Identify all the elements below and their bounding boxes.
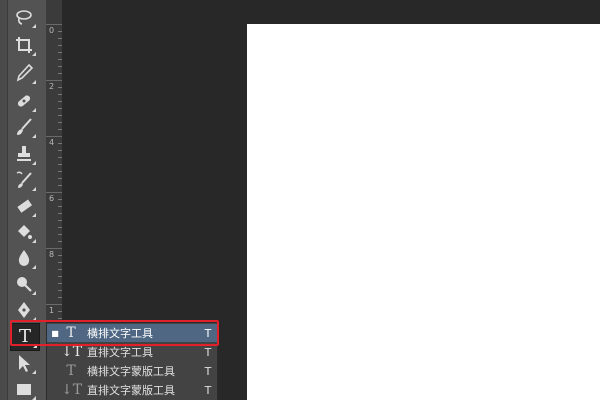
ruler-minor-tick [58, 31, 62, 32]
water-drop-icon [18, 250, 30, 266]
ruler-minor-tick [58, 227, 62, 228]
ruler-minor-tick [58, 234, 62, 235]
ruler-minor-tick [58, 290, 62, 291]
ruler-minor-tick [58, 199, 62, 200]
ruler-minor-tick [58, 185, 62, 186]
ruler-minor-tick [58, 108, 62, 109]
ruler-minor-tick [58, 101, 62, 102]
document-canvas[interactable] [247, 24, 600, 400]
ruler-major-tick [46, 24, 62, 25]
ruler-minor-tick [58, 150, 62, 151]
ruler-minor-tick [58, 164, 62, 165]
blur-tool[interactable] [10, 245, 38, 271]
ruler-minor-tick [58, 94, 62, 95]
menu-item-label: 直排文字蒙版工具 [87, 384, 175, 397]
crop-tool[interactable] [10, 32, 38, 58]
history-brush-icon [16, 171, 32, 188]
ruler-minor-tick [58, 297, 62, 298]
rectangle-icon [17, 384, 31, 395]
crop-icon [16, 37, 32, 53]
ruler-minor-tick [58, 255, 62, 256]
ruler-minor-tick [58, 73, 62, 74]
ruler-minor-tick [58, 52, 62, 53]
ruler-minor-tick [58, 213, 62, 214]
history-brush-tool[interactable] [10, 167, 38, 193]
shortcut-key: T [204, 345, 212, 359]
brush-tool[interactable] [10, 114, 38, 140]
eyedropper-icon [16, 63, 34, 82]
menu-item-vertical-type-mask[interactable]: ↓T 直排文字蒙版工具 T [47, 381, 217, 399]
clone-stamp-tool[interactable] [10, 141, 38, 167]
lasso-tool[interactable] [10, 4, 38, 30]
dodge-icon [17, 277, 32, 292]
healing-brush-tool[interactable] [10, 88, 38, 114]
vertical-type-mask-icon: ↓T [61, 382, 83, 398]
shortcut-key: T [204, 364, 212, 378]
ruler-label: 0 [49, 26, 55, 35]
paint-bucket-tool[interactable] [10, 219, 38, 245]
ruler-minor-tick [58, 129, 62, 130]
menu-item-label: 横排文字蒙版工具 [87, 365, 175, 378]
ruler-minor-tick [58, 87, 62, 88]
ruler-minor-tick [58, 178, 62, 179]
menu-item-horizontal-type-mask[interactable]: T 横排文字蒙版工具 T [47, 362, 217, 380]
ruler-minor-tick [58, 276, 62, 277]
ruler-label: 4 [49, 138, 55, 147]
pen-nib-icon [18, 302, 30, 318]
paint-bucket-icon [18, 225, 32, 239]
ruler-major-tick [46, 248, 62, 249]
eyedropper-tool[interactable] [10, 60, 38, 86]
ruler-major-tick [46, 304, 62, 305]
ruler-label: 8 [49, 250, 55, 259]
stamp-icon [17, 146, 31, 161]
ruler-minor-tick [58, 66, 62, 67]
tools-panel-edge[interactable] [0, 0, 8, 400]
lasso-icon [16, 10, 32, 25]
red-highlight-box [10, 320, 219, 346]
photoshop-workspace: T 0 2 4 6 8 1 ■ T 横排文字工具 T ↓T 直排文字工具 T T… [0, 0, 600, 400]
menu-item-label: 直排文字工具 [87, 346, 153, 359]
ruler-minor-tick [58, 143, 62, 144]
shortcut-key: T [204, 383, 212, 397]
ruler-minor-tick [58, 157, 62, 158]
ruler-minor-tick [58, 206, 62, 207]
ruler-minor-tick [58, 318, 62, 319]
ruler-label: 1 [49, 306, 55, 315]
ruler-label: 2 [49, 82, 55, 91]
vertical-type-icon: ↓T [61, 344, 83, 360]
bandage-icon [17, 95, 31, 107]
eraser-tool[interactable] [10, 193, 38, 219]
ruler-minor-tick [58, 59, 62, 60]
ruler-minor-tick [58, 269, 62, 270]
path-selection-tool[interactable] [10, 350, 38, 376]
ruler-minor-tick [58, 171, 62, 172]
ruler-minor-tick [58, 45, 62, 46]
brush-icon [17, 118, 32, 135]
ruler-major-tick [46, 80, 62, 81]
horizontal-type-mask-icon: T [66, 363, 76, 379]
ruler-minor-tick [58, 241, 62, 242]
eraser-icon [17, 199, 33, 213]
ruler-label: 6 [49, 194, 55, 203]
ruler-major-tick [46, 136, 62, 137]
ruler-minor-tick [58, 311, 62, 312]
ruler-major-tick [46, 192, 62, 193]
ruler-minor-tick [58, 38, 62, 39]
rectangle-tool[interactable] [10, 376, 38, 400]
ruler-minor-tick [58, 122, 62, 123]
ruler-minor-tick [58, 220, 62, 221]
ruler-minor-tick [58, 262, 62, 263]
ruler-minor-tick [58, 283, 62, 284]
ruler-minor-tick [58, 115, 62, 116]
arrow-cursor-icon [19, 355, 30, 372]
dodge-tool[interactable] [10, 271, 38, 297]
